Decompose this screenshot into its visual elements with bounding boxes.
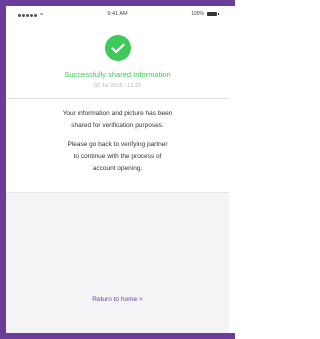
battery-percent: 100% xyxy=(191,11,204,17)
info-line-2: shared for verification purposes. xyxy=(71,122,164,129)
instruction-line-1: Please go back to verifying partner xyxy=(67,141,168,148)
info-message: Your information and picture has been sh… xyxy=(6,108,229,132)
battery-icon xyxy=(207,12,219,16)
right-margin xyxy=(235,0,241,339)
battery-group: 100% xyxy=(191,11,219,17)
status-bar: ≈ 9:41 AM 100% xyxy=(6,6,229,22)
instruction-message: Please go back to verifying partner to c… xyxy=(6,139,229,175)
phone-screen: ≈ 9:41 AM 100% Successfully shared Infor… xyxy=(6,6,229,333)
success-date: 02 Jul 2018 - 12:33 xyxy=(93,83,142,89)
instruction-line-3: account opening. xyxy=(92,165,143,172)
return-to-home-link[interactable]: Return to home > xyxy=(6,296,229,303)
success-check-icon xyxy=(105,35,131,61)
info-line-1: Your information and picture has been xyxy=(62,110,173,117)
success-title: Successfully shared Information xyxy=(64,70,171,79)
instruction-line-2: to continue with the process of xyxy=(73,153,162,160)
bottom-panel xyxy=(6,192,229,333)
divider xyxy=(6,98,229,99)
purple-border-bottom xyxy=(0,333,241,339)
